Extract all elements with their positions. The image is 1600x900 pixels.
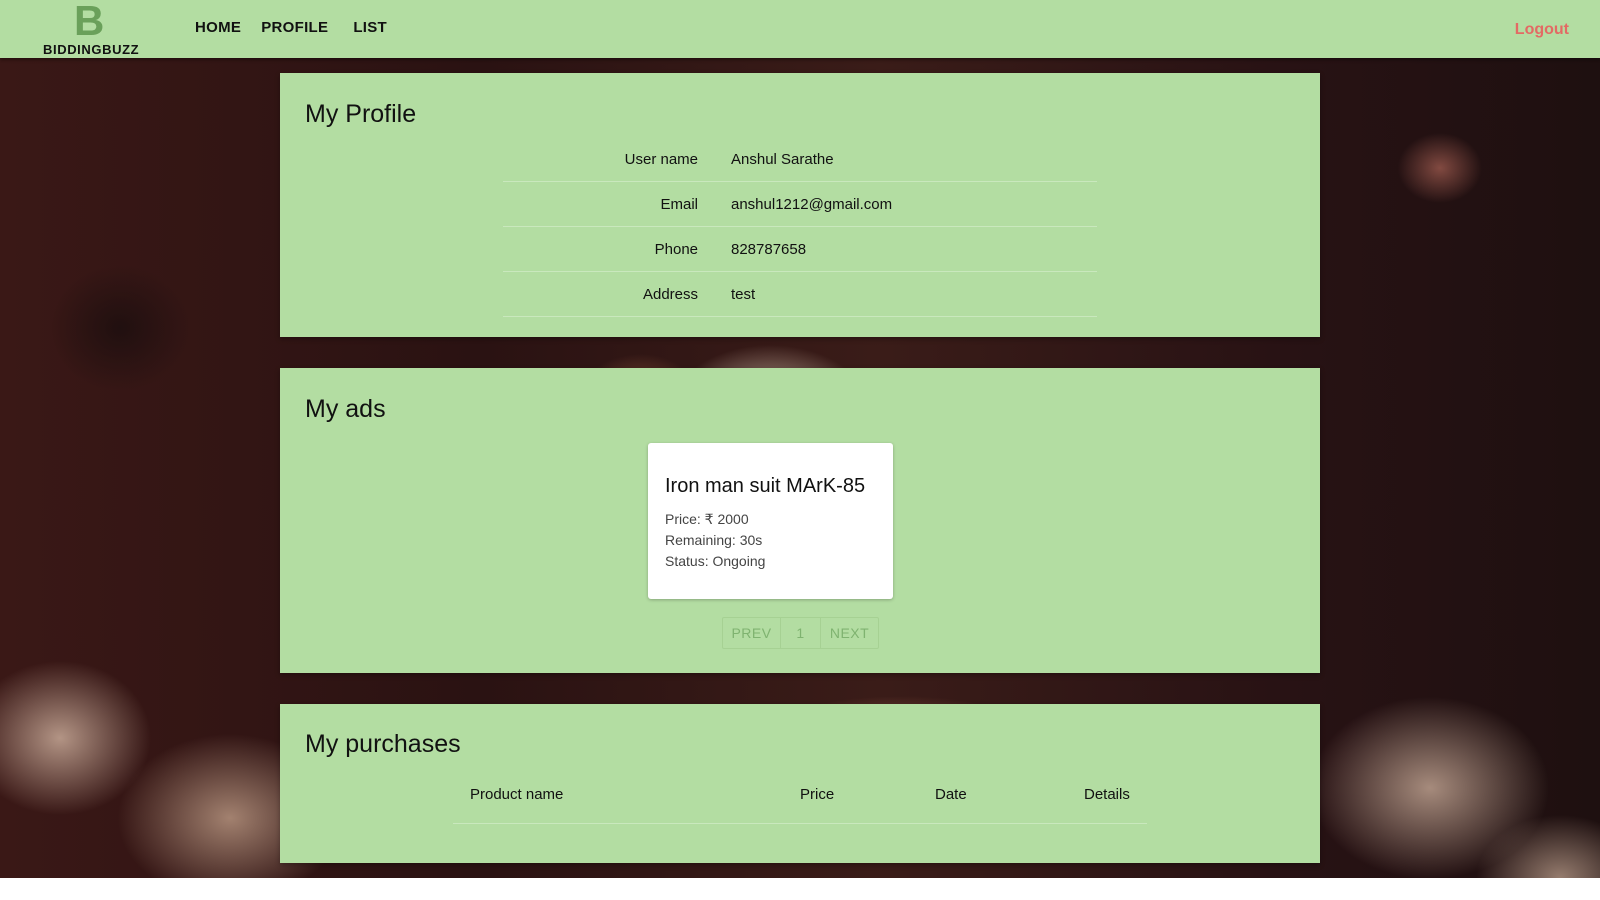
column-header-price: Price (800, 786, 835, 803)
profile-panel: My Profile User name Anshul Sarathe Emai… (280, 73, 1320, 337)
column-header-product-name: Product name (470, 786, 564, 803)
nav-list[interactable]: LIST (353, 19, 387, 36)
profile-label: Address (642, 286, 698, 303)
ad-card[interactable]: Iron man suit MArK-85 Price: ₹ 2000 Rema… (648, 443, 893, 599)
next-button[interactable]: NEXT (821, 618, 878, 648)
profile-value: Anshul Sarathe (731, 151, 834, 168)
profile-label: User name (624, 151, 698, 168)
brand-name: BIDDINGBUZZ (43, 42, 140, 57)
purchases-title: My purchases (305, 730, 461, 758)
profile-value: test (731, 286, 756, 303)
logo-icon: B (74, 0, 105, 44)
pagination: PREV 1 NEXT (722, 617, 879, 649)
purchases-panel: My purchases Product name Price Date Det… (280, 704, 1320, 863)
ad-status: Status: Ongoing (665, 553, 766, 569)
profile-value: anshul1212@gmail.com (731, 196, 893, 213)
ads-title: My ads (305, 395, 386, 423)
page-number-button[interactable]: 1 (781, 618, 821, 648)
nav-home[interactable]: HOME (195, 19, 241, 36)
nav-profile[interactable]: PROFILE (261, 19, 328, 36)
column-header-date: Date (935, 786, 967, 803)
profile-label: Email (660, 196, 698, 213)
ad-price: Price: ₹ 2000 (665, 511, 749, 527)
profile-label: Phone (654, 241, 698, 258)
prev-button[interactable]: PREV (723, 618, 781, 648)
brand-logo[interactable]: B BIDDINGBUZZ (42, 0, 142, 57)
profile-title: My Profile (305, 100, 417, 128)
profile-table: User name Anshul Sarathe Email anshul121… (503, 137, 1097, 317)
profile-row-phone: Phone 828787658 (503, 227, 1097, 272)
top-navbar: B BIDDINGBUZZ HOME PROFILE LIST Logout (0, 0, 1600, 58)
purchases-table-header: Product name Price Date Details (453, 776, 1147, 824)
column-header-details: Details (1084, 786, 1130, 803)
ad-title: Iron man suit MArK-85 (665, 475, 866, 497)
profile-row-address: Address test (503, 272, 1097, 317)
logout-button[interactable]: Logout (1515, 21, 1569, 39)
ad-remaining: Remaining: 30s (665, 532, 763, 548)
profile-value: 828787658 (731, 241, 807, 258)
ads-panel: My ads Iron man suit MArK-85 Price: ₹ 20… (280, 368, 1320, 673)
profile-row-email: Email anshul1212@gmail.com (503, 182, 1097, 227)
nav-links: HOME PROFILE LIST (195, 19, 407, 36)
profile-row-username: User name Anshul Sarathe (503, 137, 1097, 182)
